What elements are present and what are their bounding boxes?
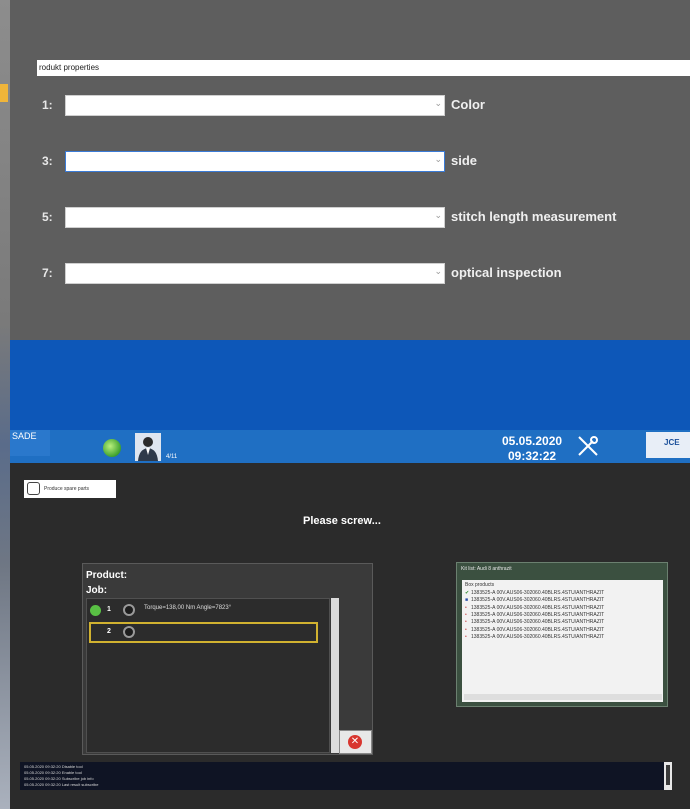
product-label: Product:: [86, 570, 128, 581]
chevron-down-icon: ⌄: [434, 98, 442, 108]
list-item[interactable]: • 1383525-A 00V.AUS06-302060.40BLRS.4STU/…: [465, 634, 604, 640]
customer-logo-text: JCE: [664, 438, 680, 447]
list-item[interactable]: • 1383525-A 00V.AUS06-302060.40BLRS.4STU/…: [465, 605, 604, 611]
stitch-length-select[interactable]: ⌄: [65, 207, 445, 228]
instruction-text: Please screw...: [303, 515, 381, 527]
chevron-down-icon: ⌄: [434, 154, 442, 164]
date-display: 05.05.2020: [502, 434, 563, 448]
property-label: Color: [451, 97, 485, 112]
list-item[interactable]: • 1383525-A 00V.AUS06-302060.40BLRS.4STU/…: [465, 612, 604, 618]
screw-result: Torque=138,00 Nm Angle=7823°: [144, 605, 232, 611]
property-number: 5:: [42, 210, 53, 224]
kit-list-scrollbar[interactable]: [464, 694, 662, 700]
log-line: 05.05.2020 09:32:20 Subscribe job info: [24, 776, 94, 781]
side-select[interactable]: ⌄: [65, 151, 445, 172]
time-display: 09:32:22: [508, 449, 557, 463]
optical-inspection-select[interactable]: ⌄: [65, 263, 445, 284]
left-badge: [0, 84, 8, 102]
event-log: [20, 762, 664, 790]
property-label: stitch length measurement: [451, 209, 617, 224]
list-item[interactable]: • 1383525-A 00V.AUS06-302060.40BLRS.4STU/…: [465, 627, 604, 633]
kit-list-title: Kit list: Audi 8 anthrazit: [461, 566, 512, 572]
screw-icon: [123, 626, 135, 638]
property-number: 3:: [42, 154, 53, 168]
color-select[interactable]: ⌄: [65, 95, 445, 116]
close-icon[interactable]: ✕: [348, 735, 362, 749]
property-number: 1:: [42, 98, 53, 112]
job-counter: 4/11: [166, 454, 178, 460]
blue-band: [10, 340, 690, 430]
operator-avatar-icon[interactable]: [135, 433, 161, 461]
job-list-scrollbar[interactable]: [331, 598, 339, 753]
list-item[interactable]: ■ 1383525-A 00V.AUS06-302060.40BLRS.4STU/…: [465, 597, 604, 603]
screw-icon: [123, 604, 135, 616]
screw-number: 2: [107, 628, 111, 635]
log-line: 05.05.2020 09:32:20 Last result subscrib…: [24, 782, 99, 787]
property-label: side: [451, 153, 478, 168]
chevron-down-icon: ⌄: [434, 210, 442, 220]
list-item[interactable]: • 1383525-A 00V.AUS06-302060.40BLRS.4STU/…: [465, 619, 604, 625]
screw-number: 1: [107, 606, 111, 613]
wrench-screwdriver-icon[interactable]: [576, 434, 600, 464]
check-circle-icon: [90, 605, 101, 616]
logo-title: SADE: [12, 431, 37, 441]
job-label: Job:: [86, 585, 108, 596]
product-properties-header: rodukt properties: [37, 60, 690, 76]
background-photo-strip: [0, 0, 10, 809]
property-number: 7:: [42, 266, 53, 280]
spare-parts-checkbox[interactable]: [27, 482, 40, 495]
chevron-down-icon: ⌄: [434, 266, 442, 276]
log-line: 05.05.2020 09:32:20 Enable tool: [24, 770, 82, 775]
spare-parts-label: Produce spare parts: [44, 486, 90, 492]
log-line: 05.05.2020 09:32:20 Disable tool: [24, 764, 83, 769]
list-item[interactable]: ✔ 1383525-A 00V.AUS06-302060.40BLRS.4STU/…: [465, 590, 604, 596]
property-label: optical inspection: [451, 265, 562, 280]
green-circle-icon[interactable]: [103, 439, 121, 457]
kit-list-header: Box products: [465, 582, 495, 588]
log-scrollbar-thumb[interactable]: [666, 765, 670, 785]
